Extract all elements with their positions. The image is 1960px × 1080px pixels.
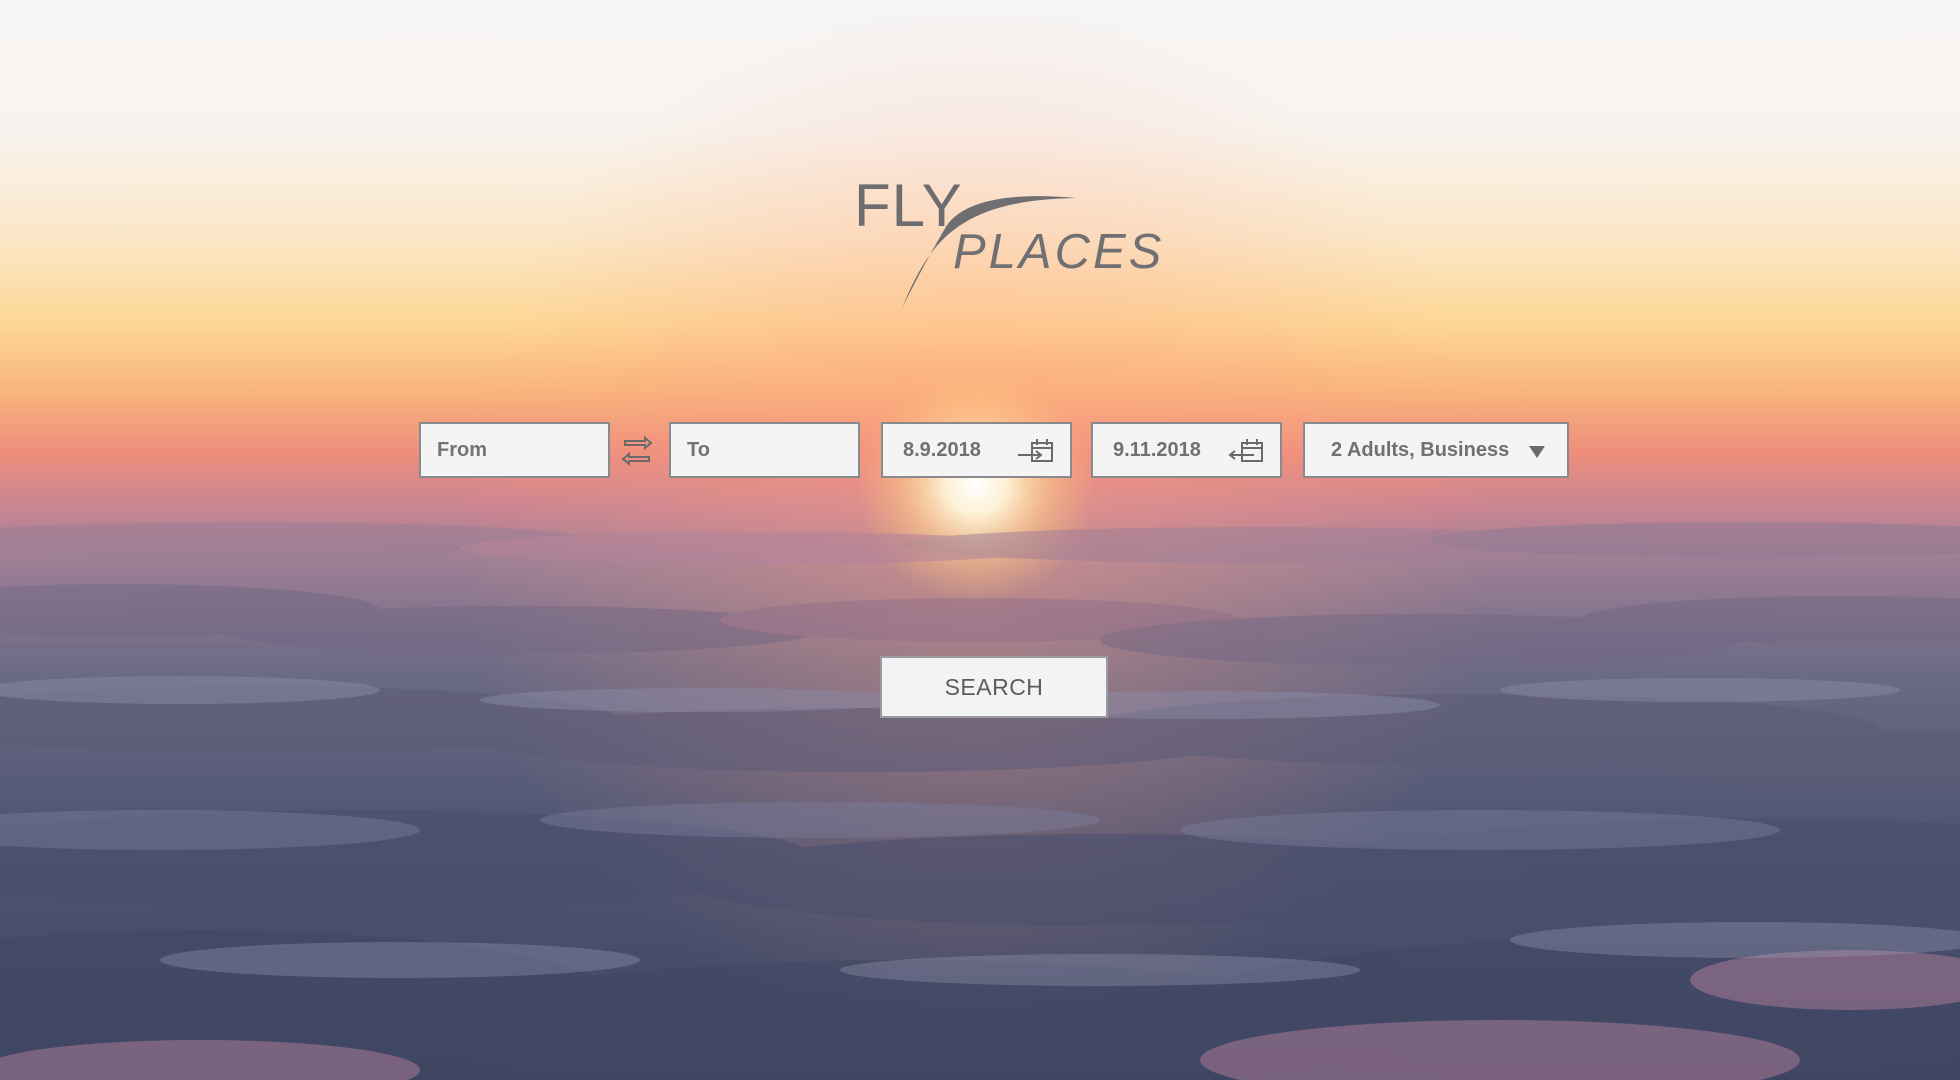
passengers-class-select[interactable]: 2 Adults, Business xyxy=(1303,422,1569,478)
calendar-return-icon[interactable] xyxy=(1228,437,1264,465)
return-date-field[interactable]: 9.11.2018 xyxy=(1091,422,1282,478)
search-button[interactable]: SEARCH xyxy=(880,656,1108,718)
flyplaces-logo: FLY PLACES xyxy=(840,170,1161,320)
from-input[interactable] xyxy=(421,424,608,476)
to-field[interactable] xyxy=(669,422,860,478)
logo-text-fly: FLY xyxy=(854,172,963,239)
passengers-class-value: 2 Adults, Business xyxy=(1331,438,1510,461)
to-input[interactable] xyxy=(671,424,858,476)
caret-down-icon xyxy=(1529,446,1545,458)
flight-search-form: 8.9.2018 9.11.2018 2 A xyxy=(0,422,1960,480)
from-field[interactable] xyxy=(419,422,610,478)
calendar-depart-icon[interactable] xyxy=(1018,437,1054,465)
logo-text-places: PLACES xyxy=(953,225,1165,279)
swap-arrows-icon[interactable] xyxy=(621,435,653,467)
depart-date-field[interactable]: 8.9.2018 xyxy=(881,422,1072,478)
sunset-clouds-background xyxy=(0,0,1960,1080)
